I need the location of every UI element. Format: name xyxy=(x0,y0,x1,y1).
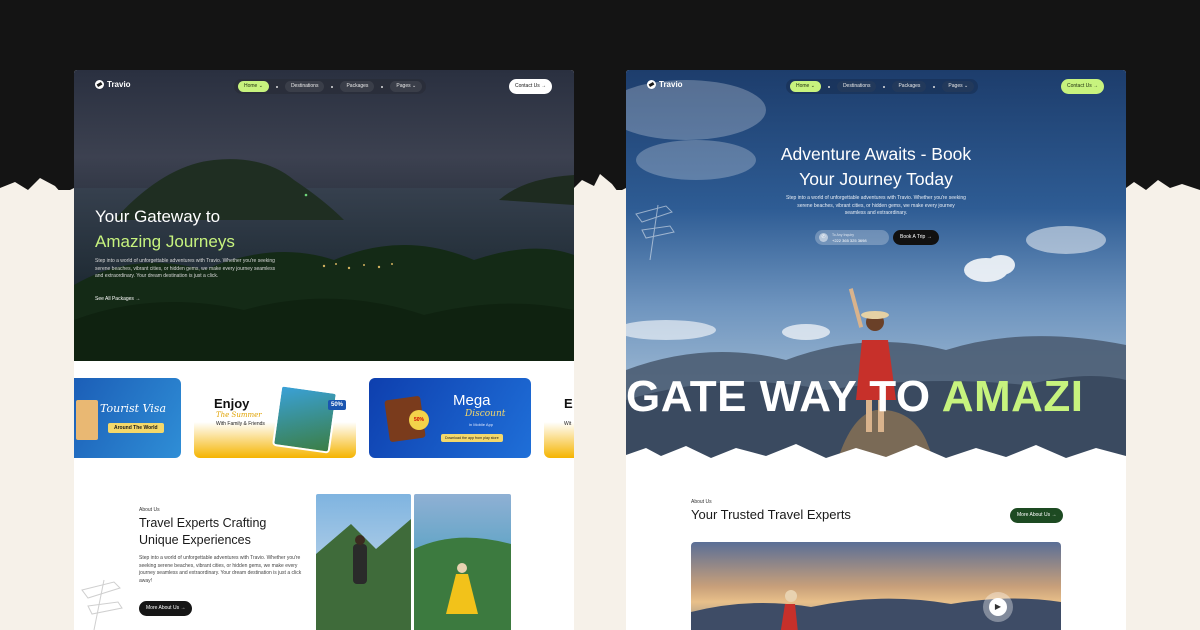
discount-badge: 50% xyxy=(328,400,347,410)
nav-separator xyxy=(275,85,278,88)
arrow-right-icon: → xyxy=(926,234,932,240)
promo-script: The Summer xyxy=(216,411,262,419)
promo-subtitle: Wit xyxy=(564,421,572,427)
signpost-icon xyxy=(635,204,675,260)
top-navigation: Travio Home ⌄ Destinations Packages Page… xyxy=(74,78,574,96)
nav-separator xyxy=(331,85,334,88)
promo-title: Enjoy xyxy=(214,396,250,411)
video-thumbnail[interactable]: ▶ xyxy=(691,542,1061,630)
about-title: Your Trusted Travel Experts xyxy=(691,507,851,522)
nav-item-home[interactable]: Home ⌄ xyxy=(238,81,269,92)
brand-logo[interactable]: Travio xyxy=(647,80,683,89)
nav-separator xyxy=(381,85,384,88)
promo-cta[interactable]: Download the app from play store xyxy=(441,434,503,442)
promo-subtitle: With Family & Friends xyxy=(216,421,265,427)
marquee-text: GATE WAY TO AMAZI xyxy=(626,372,1084,421)
chevron-down-icon: ⌄ xyxy=(412,83,417,89)
nav-separator xyxy=(827,85,830,88)
homepage-mockup-left: Travio Home ⌄ Destinations Packages Page… xyxy=(74,70,574,630)
hero-description: Step into a world of unforgettable adven… xyxy=(786,195,966,216)
nav-separator xyxy=(933,85,936,88)
promo-card-enjoy-summer[interactable]: Enjoy The Summer With Family & Friends 5… xyxy=(194,378,356,458)
nav-item-home[interactable]: Home ⌄ xyxy=(790,81,821,92)
hero-description: Step into a world of unforgettable adven… xyxy=(95,258,276,279)
hero-title: Adventure Awaits - Book Your Journey Tod… xyxy=(780,144,972,189)
signpost-icon xyxy=(81,579,123,630)
nav-item-destinations[interactable]: Destinations xyxy=(836,81,877,92)
promo-card-tourist-visa[interactable]: Tourist Visa Around The World xyxy=(74,378,181,458)
promo-title: Mega xyxy=(453,392,491,409)
more-about-us-button[interactable]: More About Us → xyxy=(139,601,193,616)
hero-section: Travio Home ⌄ Destinations Packages Page… xyxy=(74,70,574,361)
chevron-down-icon: ⌄ xyxy=(810,83,815,89)
nav-menu: Home ⌄ Destinations Packages Pages ⌄ xyxy=(234,79,427,94)
nav-separator xyxy=(883,85,886,88)
section-label: About Us xyxy=(139,507,160,513)
phone-number: +222 365 325 3698 xyxy=(832,237,867,243)
brand-name: Travio xyxy=(659,80,683,89)
phone-icon: ✆ xyxy=(819,233,828,242)
promo-card-mega-discount[interactable]: 50% Mega Discount in Mobile App Download… xyxy=(369,378,531,458)
about-description: Step into a world of unforgettable adven… xyxy=(139,555,302,584)
discount-tag: 50% xyxy=(409,410,429,430)
more-about-us-button[interactable]: More About Us → xyxy=(1010,508,1064,523)
arrow-right-icon: → xyxy=(541,83,547,89)
see-all-packages-link[interactable]: See All Packages → xyxy=(95,296,140,302)
nav-item-packages[interactable]: Packages xyxy=(340,81,375,92)
contact-us-button[interactable]: Contact Us → xyxy=(509,79,553,94)
passport-image xyxy=(76,400,98,440)
about-photos xyxy=(316,494,511,630)
nav-item-destinations[interactable]: Destinations xyxy=(284,81,325,92)
hero-section: Travio Home ⌄ Destinations Packages Page… xyxy=(626,70,1126,465)
arrow-right-icon: → xyxy=(135,296,141,302)
book-a-trip-button[interactable]: Book A Trip → xyxy=(893,230,939,245)
promo-subtitle: Around The World xyxy=(108,423,164,433)
nav-menu: Home ⌄ Destinations Packages Pages ⌄ xyxy=(786,79,979,94)
play-icon: ▶ xyxy=(989,598,1007,616)
brand-logo[interactable]: Travio xyxy=(95,80,131,89)
nav-item-packages[interactable]: Packages xyxy=(892,81,927,92)
chevron-down-icon: ⌄ xyxy=(964,83,969,89)
promo-title: Tourist Visa xyxy=(100,402,166,415)
promo-script: Discount xyxy=(465,409,506,419)
play-button[interactable]: ▶ xyxy=(983,592,1013,622)
travio-logo-icon xyxy=(647,80,656,89)
about-title: Travel Experts Crafting Unique Experienc… xyxy=(139,516,267,547)
brand-name: Travio xyxy=(107,80,131,89)
top-navigation: Travio Home ⌄ Destinations Packages Page… xyxy=(626,78,1126,96)
about-section: About Us Your Trusted Travel Experts Mor… xyxy=(626,490,1126,630)
chevron-down-icon: ⌄ xyxy=(258,83,263,89)
promo-title: E xyxy=(564,396,573,411)
homepage-mockup-right: Travio Home ⌄ Destinations Packages Page… xyxy=(626,70,1126,630)
arrow-right-icon: → xyxy=(180,605,186,611)
arrow-right-icon: → xyxy=(1051,512,1057,518)
summer-photo xyxy=(271,384,339,454)
hero-title: Your Gateway to Amazing Journeys xyxy=(95,207,235,251)
nav-item-pages[interactable]: Pages ⌄ xyxy=(390,81,423,92)
section-label: About Us xyxy=(691,499,712,505)
travio-logo-icon xyxy=(95,80,104,89)
phone-inquiry[interactable]: ✆ To Any Inquiry +222 365 325 3698 xyxy=(815,230,889,245)
arrow-right-icon: → xyxy=(1093,83,1099,89)
promo-card-partial[interactable]: E Wit xyxy=(544,378,574,458)
contact-us-button[interactable]: Contact Us → xyxy=(1061,79,1105,94)
nav-item-pages[interactable]: Pages ⌄ xyxy=(942,81,975,92)
promo-carousel: Tourist Visa Around The World Enjoy The … xyxy=(74,378,574,458)
about-section: About Us Travel Experts Crafting Unique … xyxy=(74,490,574,630)
promo-subtitle: in Mobile App xyxy=(469,422,494,427)
